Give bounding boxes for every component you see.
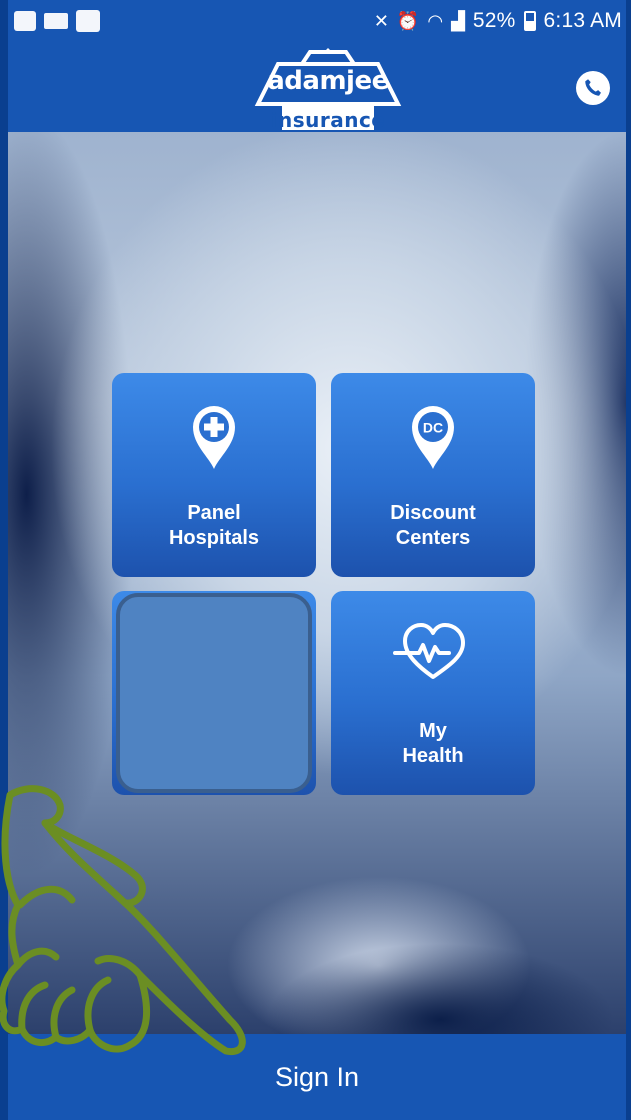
status-time: 6:13 AM bbox=[543, 9, 622, 32]
mute-icon: ✕ bbox=[373, 10, 389, 31]
video-icon bbox=[44, 13, 68, 29]
app-header: adamjee insurance bbox=[8, 42, 626, 132]
status-right-icons: ✕ ⏰ ◠ ▟ 52% 6:13 AM bbox=[374, 9, 622, 33]
tile-label-line1: Panel bbox=[187, 502, 241, 524]
tile-label-line2: Hospitals bbox=[168, 527, 260, 549]
status-left-icons bbox=[14, 10, 100, 32]
dc-pin-icon: DC bbox=[412, 406, 454, 469]
my-health-tile[interactable]: My Health bbox=[331, 591, 535, 795]
signin-label: Sign In bbox=[274, 1061, 360, 1092]
redacted-overlay bbox=[116, 593, 312, 793]
tile-label-line1: My bbox=[419, 720, 447, 742]
tile-label-line2: Centers bbox=[395, 527, 471, 549]
heartbeat-icon bbox=[393, 623, 465, 679]
status-bar: ✕ ⏰ ◠ ▟ 52% 6:13 AM bbox=[8, 0, 626, 42]
tile-label-line2: Health bbox=[402, 745, 464, 767]
signal-icon: ▟ bbox=[451, 10, 465, 31]
logo-sub-text: insurance bbox=[270, 108, 386, 132]
gallery-icon bbox=[14, 11, 36, 31]
discount-centers-tile[interactable]: DC Discount Centers bbox=[331, 373, 535, 577]
logo-main-text: adamjee bbox=[267, 66, 389, 96]
phone-icon bbox=[585, 79, 601, 96]
alarm-icon: ⏰ bbox=[396, 10, 420, 31]
discount-centers-label: Discount Centers bbox=[331, 501, 535, 551]
adamjee-logo: adamjee insurance bbox=[254, 46, 402, 132]
app-screen: ✕ ⏰ ◠ ▟ 52% 6:13 AM adamjee insurance Pa… bbox=[0, 0, 631, 1120]
wifi-icon: ◠ bbox=[427, 10, 444, 31]
translate-icon bbox=[76, 10, 100, 32]
battery-percent: 52% bbox=[472, 9, 516, 32]
svg-text:DC: DC bbox=[423, 420, 443, 436]
call-button[interactable] bbox=[576, 71, 610, 105]
panel-hospitals-label: Panel Hospitals bbox=[112, 501, 316, 551]
hospital-pin-icon bbox=[193, 406, 235, 469]
battery-icon bbox=[523, 11, 536, 31]
tile-label-line1: Discount bbox=[390, 502, 476, 524]
my-health-label: My Health bbox=[331, 719, 535, 769]
pointing-hand-icon bbox=[0, 785, 246, 1056]
panel-hospitals-tile[interactable]: Panel Hospitals bbox=[112, 373, 316, 577]
